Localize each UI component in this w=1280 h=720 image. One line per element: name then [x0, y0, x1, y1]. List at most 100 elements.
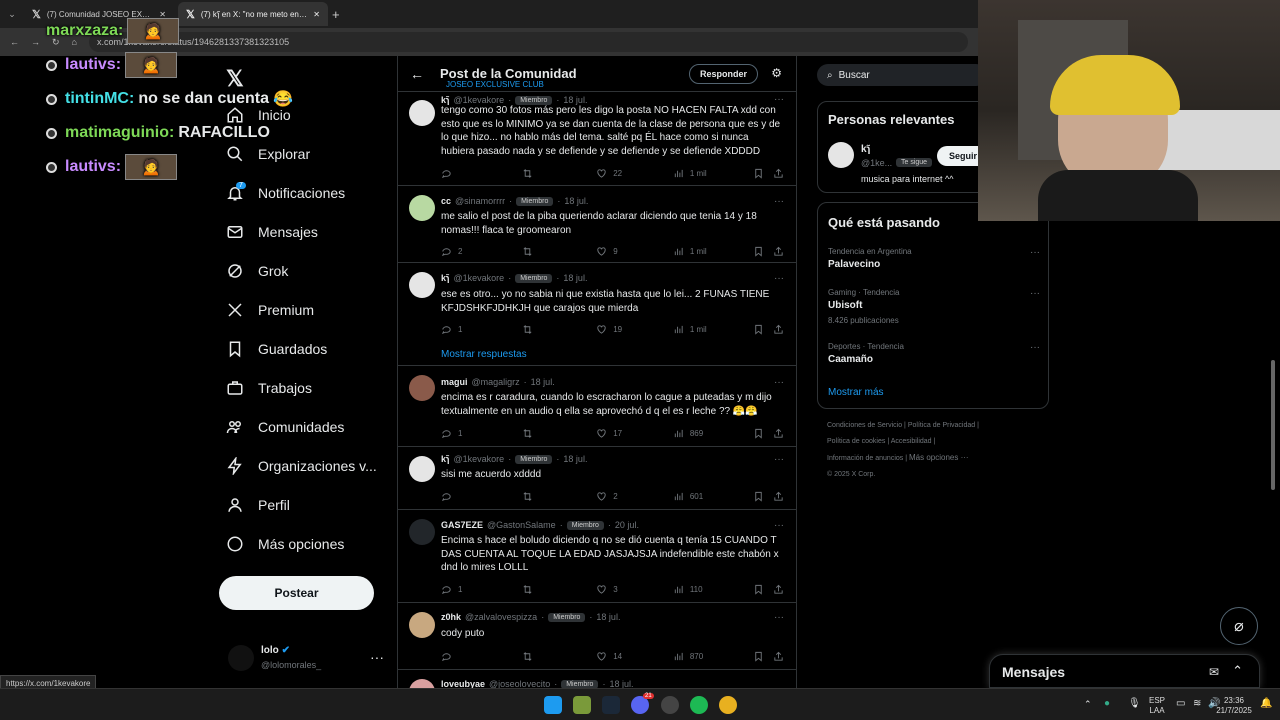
minecraft-icon[interactable] — [573, 696, 591, 714]
messages-drawer[interactable]: Mensajes ✉ ⌃ — [989, 654, 1260, 688]
views-action[interactable]: 1 mil — [673, 166, 754, 180]
repost-action[interactable] — [522, 244, 597, 258]
sliders-icon[interactable]: ⚙ — [771, 66, 782, 80]
app-icon[interactable] — [661, 696, 679, 714]
language-indicator[interactable]: ESP LAA — [1146, 696, 1168, 716]
footer-link[interactable]: Política de cookies — [827, 438, 885, 445]
more-icon[interactable]: ··· — [1030, 247, 1040, 258]
share-action[interactable] — [773, 649, 784, 663]
views-action[interactable]: 870 — [673, 649, 754, 663]
more-icon[interactable]: ··· — [774, 196, 784, 207]
spotify-icon[interactable] — [690, 696, 708, 714]
post-button[interactable]: Postear — [219, 576, 374, 610]
account-switcher[interactable]: lolo ✔ @lolomorales_ ··· — [228, 643, 384, 673]
wifi-icon[interactable]: ≋ — [1193, 698, 1201, 709]
share-action[interactable] — [773, 489, 784, 503]
show-more-link[interactable]: Mostrar más — [828, 387, 884, 398]
sidebar-item-more[interactable]: Más opciones — [226, 535, 344, 553]
trend-item[interactable]: Gaming · Tendencia Ubisoft 8.426 publicaci… — [828, 288, 1040, 325]
repost-action[interactable] — [522, 582, 597, 596]
chrome-icon[interactable] — [719, 696, 737, 714]
windows-start-icon[interactable] — [544, 696, 562, 714]
sidebar-item-profile[interactable]: Perfil — [226, 496, 290, 514]
reply-action[interactable]: 1 — [441, 426, 522, 440]
more-icon[interactable]: ··· — [774, 454, 784, 465]
sidebar-item-premium[interactable]: Premium — [226, 301, 314, 319]
back-icon[interactable]: ← — [10, 37, 19, 47]
back-arrow-icon[interactable]: ← — [410, 66, 440, 82]
tweet[interactable]: GAS7EZE @GastonSalame · Miembro · 20 jul. ···… — [398, 511, 796, 603]
more-icon[interactable]: ··· — [774, 273, 784, 284]
repost-action[interactable] — [522, 489, 597, 503]
bookmark-action[interactable] — [753, 322, 773, 336]
footer-link[interactable]: Condiciones de Servicio — [827, 422, 902, 429]
sidebar-item-messages[interactable]: Mensajes — [226, 223, 318, 241]
sidebar-item-grok[interactable]: Grok — [226, 262, 288, 280]
bookmark-action[interactable] — [753, 582, 773, 596]
bookmark-action[interactable] — [753, 166, 773, 180]
tweet[interactable]: z0hk @zalvalovespizza · Miembro · 18 jul. ···… — [398, 604, 796, 670]
like-action[interactable]: 14 — [596, 649, 673, 663]
trend-item[interactable]: Tendencia en Argentina Palavecino ··· — [828, 247, 1040, 270]
tray-app-icon[interactable]: ● — [1104, 698, 1110, 709]
footer-link[interactable]: Información de anuncios — [827, 455, 903, 462]
like-action[interactable]: 17 — [596, 426, 673, 440]
footer-link[interactable]: Accesibilidad — [891, 438, 932, 445]
steam-icon[interactable] — [602, 696, 620, 714]
sidebar-item-organizations[interactable]: Organizaciones v... — [226, 457, 377, 475]
tweet[interactable]: kɿ̃ @1kevakore · Miembro · 18 jul. ··· ese es… — [398, 264, 796, 366]
more-icon[interactable]: ··· — [1030, 288, 1040, 299]
scrollbar-thumb[interactable] — [1271, 360, 1275, 490]
sidebar-item-bookmarks[interactable]: Guardados — [226, 340, 327, 358]
expand-icon[interactable]: ⌃ — [1232, 663, 1243, 679]
views-action[interactable]: 1 mil — [673, 322, 754, 336]
share-action[interactable] — [773, 166, 784, 180]
display-icon[interactable]: ▭ — [1176, 698, 1185, 709]
clock[interactable]: 23:36 21/7/2025 — [1210, 696, 1258, 716]
grok-fab-button[interactable]: ⌀ — [1220, 607, 1258, 645]
show-replies-link[interactable]: Mostrar respuestas — [441, 349, 527, 360]
more-icon[interactable]: ··· — [774, 520, 784, 531]
footer-link[interactable]: Más opciones ··· — [909, 453, 969, 462]
reply-action[interactable]: 2 — [441, 244, 522, 258]
tray-app-icon[interactable]: 🎙 — [1128, 698, 1141, 709]
bookmark-action[interactable] — [753, 244, 773, 258]
repost-action[interactable] — [522, 322, 597, 336]
like-action[interactable]: 22 — [596, 166, 673, 180]
more-icon[interactable]: ··· — [1030, 342, 1040, 353]
reply-action[interactable]: 1 — [441, 582, 522, 596]
like-action[interactable]: 2 — [596, 489, 673, 503]
more-icon[interactable]: ··· — [774, 377, 784, 388]
search-box[interactable]: ⌕ Buscar — [817, 64, 987, 86]
sidebar-item-jobs[interactable]: Trabajos — [226, 379, 312, 397]
community-name[interactable]: JOSEO EXCLUSIVE CLUB — [446, 80, 544, 89]
reply-action[interactable] — [441, 166, 522, 180]
share-action[interactable] — [773, 244, 784, 258]
new-tab-icon[interactable]: + — [332, 7, 340, 22]
more-icon[interactable]: ··· — [774, 612, 784, 623]
footer-link[interactable]: Política de Privacidad — [908, 422, 975, 429]
tweet[interactable]: kɿ̃ @1kevakore · Miembro · 18 jul. ··· sisi m… — [398, 448, 796, 510]
more-icon[interactable]: ··· — [370, 649, 384, 665]
notification-bell-icon[interactable]: 🔔 — [1260, 698, 1272, 709]
like-action[interactable]: 9 — [596, 244, 673, 258]
share-action[interactable] — [773, 426, 784, 440]
sidebar-item-communities[interactable]: Comunidades — [226, 418, 344, 436]
bookmark-action[interactable] — [753, 426, 773, 440]
tray-chevron-icon[interactable]: ⌃ — [1084, 699, 1092, 710]
share-action[interactable] — [773, 582, 784, 596]
new-message-icon[interactable]: ✉ — [1209, 665, 1219, 679]
tweet[interactable]: loveubyae @joseolovecito · Miembro · 18 jul. — [398, 671, 796, 688]
like-action[interactable]: 19 — [596, 322, 673, 336]
tab-list-icon[interactable]: ⌄ — [4, 9, 20, 20]
repost-action[interactable] — [522, 166, 597, 180]
tweet[interactable]: magui @magaligrz · 18 jul. ··· encima es r … — [398, 367, 796, 447]
reply-button[interactable]: Responder — [688, 64, 758, 84]
repost-action[interactable] — [522, 649, 597, 663]
tweet[interactable]: cc @sinamorrrr · Miembro · 18 jul. ··· me sal… — [398, 187, 796, 263]
views-action[interactable]: 1 mil — [673, 244, 754, 258]
reply-action[interactable] — [441, 489, 522, 503]
tweet[interactable]: kɿ̃ @1kevakore · Miembro · 18 jul. ··· tengo … — [398, 92, 796, 186]
repost-action[interactable] — [522, 426, 597, 440]
avatar[interactable] — [828, 142, 854, 168]
